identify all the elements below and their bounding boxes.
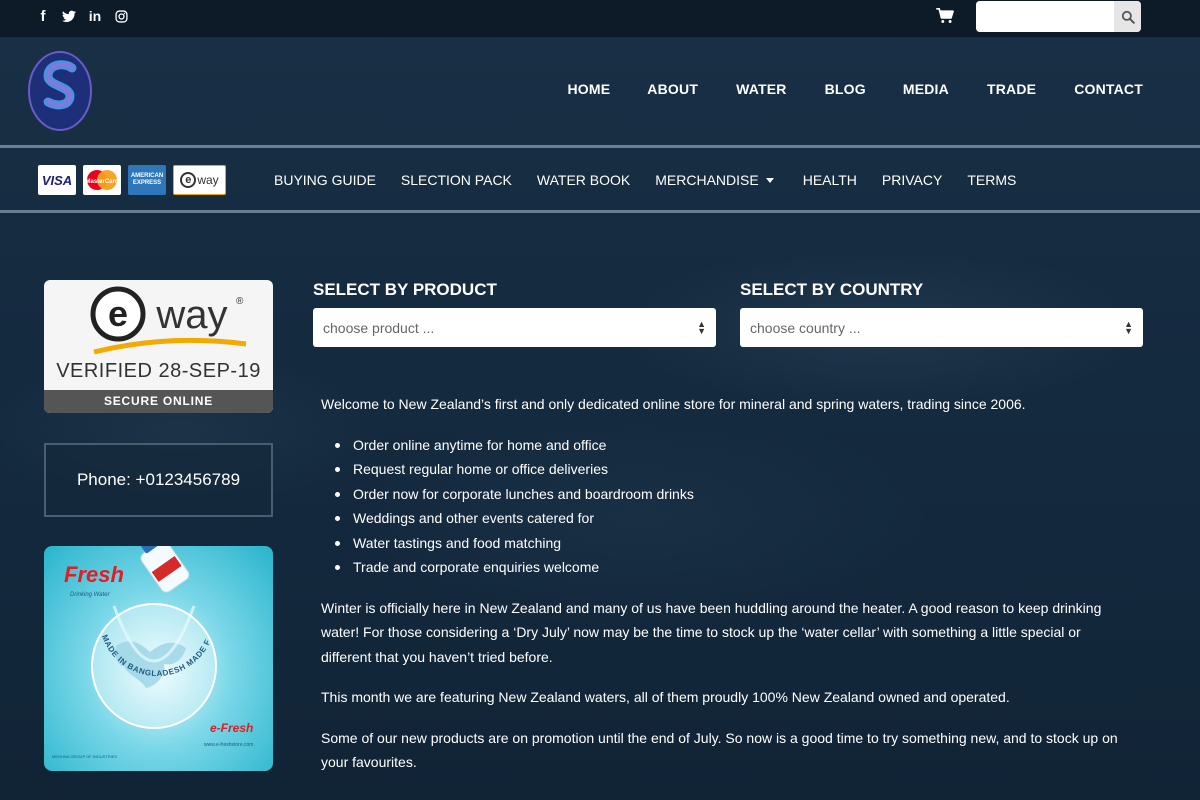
search-box [976, 1, 1141, 32]
secondary-nav: BUYING GUIDE SLECTION PACK WATER BOOK ME… [274, 172, 1016, 188]
svg-text:way: way [155, 293, 227, 337]
social-links: f in [36, 7, 128, 25]
site-header: HOME ABOUT WATER BLOG MEDIA TRADE CONTAC… [0, 37, 1200, 145]
list-item: Water tastings and food matching [335, 531, 1121, 556]
svg-text:MasterCard: MasterCard [85, 179, 118, 185]
list-item: Order now for corporate lunches and boar… [335, 482, 1121, 507]
phone-box: Phone: +0123456789 [44, 443, 273, 517]
country-select-value: choose country ... [750, 319, 861, 336]
subnav-slection-pack[interactable]: SLECTION PACK [401, 172, 512, 188]
product-select[interactable]: choose product ... ▲ ▼ [313, 308, 716, 347]
brand-logo-icon[interactable] [27, 50, 93, 132]
nav-water[interactable]: WATER [736, 81, 787, 97]
subnav-health[interactable]: HEALTH [803, 172, 857, 188]
eway-logo-icon: e eway way ® [90, 286, 247, 355]
subnav-water-book[interactable]: WATER BOOK [537, 172, 630, 188]
subnav-terms[interactable]: TERMS [967, 172, 1016, 188]
twitter-icon[interactable] [62, 7, 76, 25]
eway-verified-badge: e eway way ® VERIFIED 28-SEP-19 SECURE O… [44, 280, 273, 413]
product-select-value: choose product ... [323, 319, 435, 336]
feature-list: Order online anytime for home and office… [335, 433, 1121, 580]
nav-media[interactable]: MEDIA [903, 81, 949, 97]
mastercard-icon: MasterCard [83, 165, 121, 195]
select-country-title: SELECT BY COUNTRY [740, 280, 924, 299]
subnav-buying-guide[interactable]: BUYING GUIDE [274, 172, 376, 188]
select-product-title: SELECT BY PRODUCT [313, 280, 497, 299]
phone-number[interactable]: Phone: +0123456789 [77, 470, 240, 490]
linkedin-icon[interactable]: in [88, 7, 102, 25]
eway-card-icon: e way [173, 165, 226, 195]
eway-trademark: ® [236, 296, 244, 307]
payment-cards: VISA MasterCard AMERICAN EXPRESS e way [38, 165, 226, 195]
facebook-icon[interactable]: f [36, 7, 50, 25]
select-arrows-icon: ▲ ▼ [697, 318, 706, 336]
ad-url: www.e-freshstore.com [204, 742, 253, 748]
search-button[interactable] [1114, 1, 1141, 32]
promotion-paragraph: Some of our new products are on promotio… [321, 729, 1118, 771]
visa-card-icon: VISA [38, 165, 76, 195]
top-bar: f in [0, 0, 1200, 37]
subnav-merchandise[interactable]: MERCHANDISE [655, 172, 774, 188]
fresh-water-ad[interactable]: Fresh Drinking Water MADE IN BANGLADESH … [44, 546, 273, 771]
country-select[interactable]: choose country ... ▲ ▼ [740, 308, 1143, 347]
ad-footer-brand: e-Fresh [210, 721, 253, 735]
select-arrows-icon: ▲ ▼ [1124, 318, 1133, 336]
intro-paragraph: Welcome to New Zealand’s first and only … [321, 396, 1026, 412]
nav-trade[interactable]: TRADE [987, 81, 1036, 97]
nav-about[interactable]: ABOUT [647, 81, 698, 97]
ad-artwork: Fresh Drinking Water MADE IN BANGLADESH … [44, 546, 253, 759]
instagram-icon[interactable] [114, 7, 128, 25]
search-icon [1121, 10, 1135, 24]
ad-brand: Fresh [64, 562, 124, 587]
list-item: Order online anytime for home and office [335, 433, 1121, 458]
featuring-paragraph: This month we are featuring New Zealand … [321, 689, 1010, 705]
main-nav: HOME ABOUT WATER BLOG MEDIA TRADE CONTAC… [567, 81, 1143, 97]
nav-home[interactable]: HOME [567, 81, 610, 97]
amex-card-icon: AMERICAN EXPRESS [128, 165, 166, 195]
ad-tagline: Drinking Water [70, 592, 111, 598]
nav-contact[interactable]: CONTACT [1074, 81, 1143, 97]
list-item: Trade and corporate enquiries welcome [335, 555, 1121, 580]
subnav-merchandise-label: MERCHANDISE [655, 172, 759, 188]
nav-blog[interactable]: BLOG [825, 81, 866, 97]
ad-group: MEGHNA GROUP OF INDUSTRIES [52, 754, 117, 759]
svg-text:e: e [108, 293, 128, 334]
list-item: Weddings and other events catered for [335, 506, 1121, 531]
secondary-bar: VISA MasterCard AMERICAN EXPRESS e way BU… [0, 148, 1200, 210]
eway-verified-text: VERIFIED 28-SEP-19 [56, 360, 261, 382]
cart-icon[interactable] [936, 7, 954, 26]
winter-paragraph: Winter is officially here in New Zealand… [321, 599, 1102, 665]
chevron-down-icon [765, 177, 774, 183]
subbar-divider [0, 210, 1200, 213]
welcome-text: Welcome to New Zealand’s first and only … [321, 392, 1121, 791]
subnav-privacy[interactable]: PRIVACY [882, 172, 942, 188]
eway-secure-text: SECURE ONLINE [44, 390, 273, 413]
list-item: Request regular home or office deliverie… [335, 457, 1121, 482]
search-input[interactable] [976, 1, 1114, 32]
